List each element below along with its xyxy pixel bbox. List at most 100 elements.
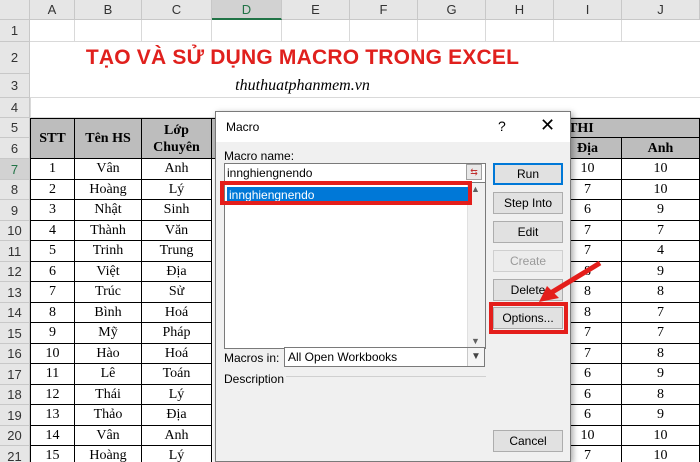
header-anh[interactable]: Anh bbox=[622, 138, 700, 159]
cell-ten-hs[interactable]: Việt bbox=[75, 262, 142, 282]
cell-anh[interactable]: 9 bbox=[622, 364, 700, 385]
cell-stt[interactable]: 1 bbox=[30, 159, 75, 180]
cell-ten-hs[interactable]: Lê bbox=[75, 364, 142, 385]
edit-button[interactable]: Edit bbox=[493, 221, 563, 243]
browse-icon[interactable]: ⇆ bbox=[466, 164, 482, 180]
header-ten-hs[interactable]: Tên HS bbox=[75, 118, 142, 159]
row-header-20[interactable]: 20 bbox=[0, 426, 30, 446]
macro-name-input[interactable]: innghiengnendo bbox=[224, 163, 486, 183]
cell-stt[interactable]: 9 bbox=[30, 323, 75, 344]
row-header-19[interactable]: 19 bbox=[0, 405, 30, 426]
cell-stt[interactable]: 11 bbox=[30, 364, 75, 385]
run-button[interactable]: Run bbox=[493, 163, 563, 185]
cell-anh[interactable]: 10 bbox=[622, 446, 700, 462]
column-header-h[interactable]: H bbox=[486, 0, 554, 20]
cell-ten-hs[interactable]: Thái bbox=[75, 385, 142, 405]
column-header-d[interactable]: D bbox=[212, 0, 282, 20]
help-icon[interactable]: ? bbox=[498, 118, 506, 134]
header-stt[interactable]: STT bbox=[30, 118, 75, 159]
scrollbar[interactable]: ▲ ▼ bbox=[467, 182, 485, 348]
cell-stt[interactable]: 4 bbox=[30, 221, 75, 241]
row-header-10[interactable]: 10 bbox=[0, 221, 30, 241]
cell-lop-chuyen[interactable]: Địa bbox=[142, 262, 212, 282]
column-header-a[interactable]: A bbox=[30, 0, 75, 20]
row-header-11[interactable]: 11 bbox=[0, 241, 30, 262]
close-icon[interactable]: ✕ bbox=[540, 115, 555, 136]
column-header-e[interactable]: E bbox=[282, 0, 350, 20]
column-header-g[interactable]: G bbox=[418, 0, 486, 20]
cell-anh[interactable]: 10 bbox=[622, 159, 700, 180]
cell-anh[interactable]: 9 bbox=[622, 405, 700, 426]
row-header-2[interactable]: 2 bbox=[0, 42, 30, 74]
cell-lop-chuyen[interactable]: Trung bbox=[142, 241, 212, 262]
cell-ten-hs[interactable]: Vân bbox=[75, 426, 142, 446]
cell-ten-hs[interactable]: Nhật bbox=[75, 200, 142, 221]
cell-ten-hs[interactable]: Hoàng bbox=[75, 180, 142, 200]
cell-stt[interactable]: 3 bbox=[30, 200, 75, 221]
cell-stt[interactable]: 6 bbox=[30, 262, 75, 282]
row-header-12[interactable]: 12 bbox=[0, 262, 30, 282]
scroll-up-icon[interactable]: ▲ bbox=[471, 184, 480, 194]
cell-lop-chuyen[interactable]: Anh bbox=[142, 426, 212, 446]
cell-stt[interactable]: 12 bbox=[30, 385, 75, 405]
cell-stt[interactable]: 15 bbox=[30, 446, 75, 462]
cell-lop-chuyen[interactable]: Pháp bbox=[142, 323, 212, 344]
cell-ten-hs[interactable]: Hào bbox=[75, 344, 142, 364]
cell-stt[interactable]: 7 bbox=[30, 282, 75, 303]
cell-lop-chuyen[interactable]: Sinh bbox=[142, 200, 212, 221]
row-header-9[interactable]: 9 bbox=[0, 200, 30, 221]
cell-anh[interactable]: 7 bbox=[622, 303, 700, 323]
cell-ten-hs[interactable]: Vân bbox=[75, 159, 142, 180]
row-header-15[interactable]: 15 bbox=[0, 323, 30, 344]
row-header-7[interactable]: 7 bbox=[0, 159, 30, 180]
cell-stt[interactable]: 2 bbox=[30, 180, 75, 200]
cell-anh[interactable]: 8 bbox=[622, 282, 700, 303]
cell-stt[interactable]: 13 bbox=[30, 405, 75, 426]
cell-stt[interactable]: 8 bbox=[30, 303, 75, 323]
row-header-21[interactable]: 21 bbox=[0, 446, 30, 462]
row-header-16[interactable]: 16 bbox=[0, 344, 30, 364]
row-header-4[interactable]: 4 bbox=[0, 98, 30, 118]
cell-anh[interactable]: 9 bbox=[622, 200, 700, 221]
column-header-f[interactable]: F bbox=[350, 0, 418, 20]
macros-in-select[interactable]: All Open Workbooks ▼ bbox=[284, 347, 485, 367]
column-header-b[interactable]: B bbox=[75, 0, 142, 20]
cell-ten-hs[interactable]: Thảo bbox=[75, 405, 142, 426]
header-thi[interactable]: THI bbox=[554, 118, 700, 138]
cell-lop-chuyen[interactable]: Toán bbox=[142, 364, 212, 385]
step-into-button[interactable]: Step Into bbox=[493, 192, 563, 214]
cell-lop-chuyen[interactable]: Văn bbox=[142, 221, 212, 241]
cell-lop-chuyen[interactable]: Hoá bbox=[142, 344, 212, 364]
row-header-6[interactable]: 6 bbox=[0, 138, 30, 159]
cell-ten-hs[interactable]: Mỹ bbox=[75, 323, 142, 344]
row-header-3[interactable]: 3 bbox=[0, 74, 30, 98]
row-header-14[interactable]: 14 bbox=[0, 303, 30, 323]
row-header-18[interactable]: 18 bbox=[0, 385, 30, 405]
row-header-5[interactable]: 5 bbox=[0, 118, 30, 138]
cell-stt[interactable]: 5 bbox=[30, 241, 75, 262]
cell-stt[interactable]: 14 bbox=[30, 426, 75, 446]
header-lop-chuyen[interactable]: Lớp Chuyên bbox=[142, 118, 212, 159]
cell-anh[interactable]: 8 bbox=[622, 385, 700, 405]
cell-lop-chuyen[interactable]: Sử bbox=[142, 282, 212, 303]
cell-anh[interactable]: 7 bbox=[622, 323, 700, 344]
cell-ten-hs[interactable]: Trinh bbox=[75, 241, 142, 262]
cell-lop-chuyen[interactable]: Lý bbox=[142, 180, 212, 200]
column-header-j[interactable]: J bbox=[622, 0, 700, 20]
cell-lop-chuyen[interactable]: Lý bbox=[142, 385, 212, 405]
row-header-8[interactable]: 8 bbox=[0, 180, 30, 200]
cell-ten-hs[interactable]: Hoàng bbox=[75, 446, 142, 462]
cell-lop-chuyen[interactable]: Anh bbox=[142, 159, 212, 180]
cell-anh[interactable]: 8 bbox=[622, 344, 700, 364]
cell-ten-hs[interactable]: Thành bbox=[75, 221, 142, 241]
chevron-down-icon[interactable]: ▼ bbox=[467, 348, 484, 366]
dialog-titlebar[interactable]: Macro ? ✕ bbox=[216, 112, 570, 142]
row-header-13[interactable]: 13 bbox=[0, 282, 30, 303]
select-all-corner[interactable] bbox=[0, 0, 30, 20]
cell-ten-hs[interactable]: Bình bbox=[75, 303, 142, 323]
column-header-i[interactable]: I bbox=[554, 0, 622, 20]
cell-anh[interactable]: 9 bbox=[622, 262, 700, 282]
cell-anh[interactable]: 10 bbox=[622, 180, 700, 200]
column-header-c[interactable]: C bbox=[142, 0, 212, 20]
cell-lop-chuyen[interactable]: Địa bbox=[142, 405, 212, 426]
